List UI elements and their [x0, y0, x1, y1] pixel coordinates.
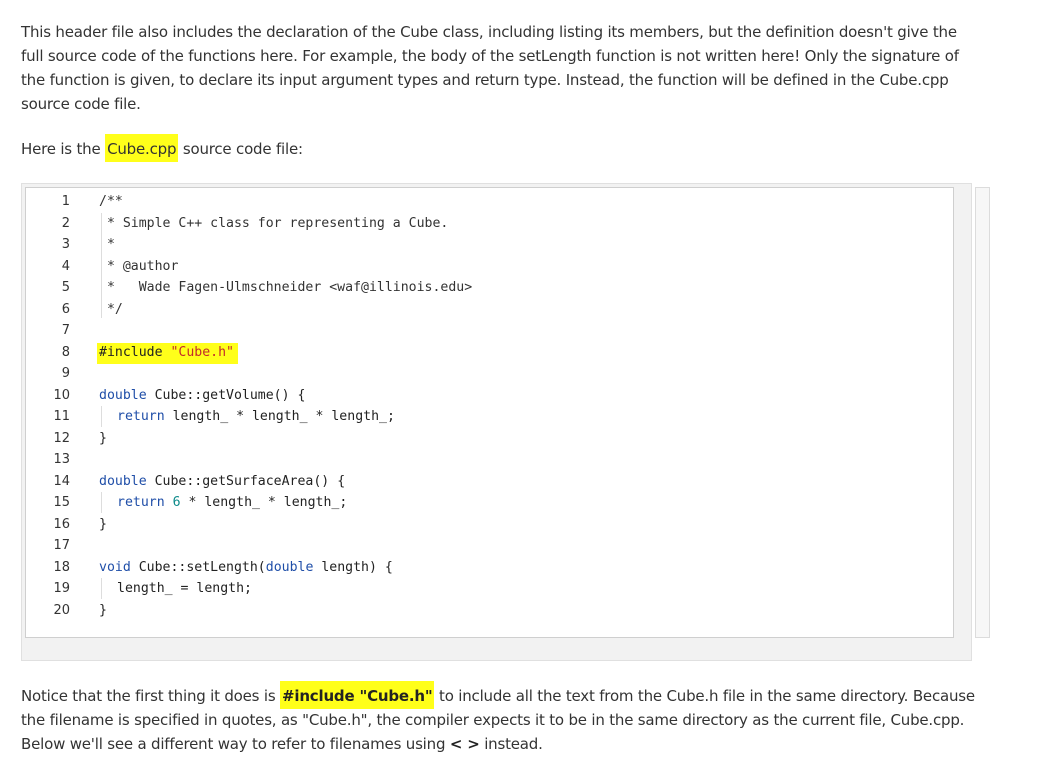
- line-number: 18: [53, 559, 70, 575]
- include-highlight: #include "Cube.h": [97, 342, 239, 364]
- code-text: * Simple C++ class for representing a Cu…: [99, 215, 449, 231]
- line-number: 14: [53, 473, 70, 489]
- cube-cpp-highlight: Cube.cpp: [105, 134, 179, 162]
- include-directive: #include: [99, 344, 163, 360]
- include-string: "Cube.h": [170, 344, 235, 360]
- code-line: 15 return 6 * length_ * length_;: [26, 492, 953, 514]
- intro-paragraph: This header file also includes the decla…: [21, 23, 959, 113]
- code-line: 16}: [26, 514, 953, 536]
- code-rest: Cube::getSurfaceArea() {: [146, 473, 346, 489]
- include-highlight-inline: #include "Cube.h": [280, 681, 435, 709]
- return-keyword: return: [117, 409, 165, 424]
- line-number: 11: [53, 409, 70, 424]
- line-number: 4: [61, 258, 70, 274]
- code-line: 10 double Cube::getVolume() {: [26, 385, 953, 407]
- code-text: }: [99, 602, 107, 618]
- code-text: }: [99, 430, 107, 446]
- source-intro-paragraph: Here is the Cube.cpp source code file:: [21, 134, 981, 162]
- notice-suffix: instead.: [479, 735, 543, 753]
- code-text: #include "Cube.h": [97, 342, 239, 364]
- line-number: 6: [61, 301, 70, 317]
- code-rest: length_ * length_ * length_;: [164, 409, 395, 424]
- line-number: 5: [61, 280, 70, 295]
- code-text: * Wade Fagen-Ulmschneider <waf@illinois.…: [99, 280, 473, 295]
- type-keyword: void: [99, 559, 131, 575]
- code-rest: Cube::getVolume() {: [146, 387, 306, 403]
- line-number: 1: [61, 194, 70, 209]
- source-intro-suffix: source code file:: [178, 140, 303, 158]
- code-line: 7: [26, 320, 953, 342]
- code-text: double Cube::getVolume() {: [99, 385, 305, 407]
- code-text: }: [99, 516, 107, 532]
- line-number: 17: [53, 538, 70, 553]
- code-line: 8 #include "Cube.h": [26, 342, 953, 364]
- code-text: void Cube::setLength(double length) {: [99, 557, 393, 579]
- code-line: 1 /**: [26, 191, 953, 213]
- line-number: 16: [53, 516, 70, 532]
- line-number: 3: [61, 237, 70, 252]
- code-line: 13: [26, 449, 953, 471]
- code-rest: length) {: [313, 559, 393, 575]
- line-number: 10: [53, 387, 70, 403]
- code-line: 14 double Cube::getSurfaceArea() {: [26, 471, 953, 493]
- code-line: 2 * Simple C++ class for representing a …: [26, 213, 953, 235]
- notice-paragraph: Notice that the first thing it does is #…: [21, 681, 981, 756]
- code-text: double Cube::getSurfaceArea() {: [99, 471, 345, 493]
- type-keyword: double: [99, 387, 147, 403]
- code-text: /**: [99, 194, 123, 209]
- code-line: 9: [26, 363, 953, 385]
- code-line: 18 void Cube::setLength(double length) {: [26, 557, 953, 579]
- angle-brackets: < >: [449, 735, 480, 753]
- line-number: 13: [53, 452, 70, 467]
- code-text: * @author: [99, 258, 179, 274]
- type-keyword: double: [99, 473, 147, 489]
- line-number: 8: [61, 344, 70, 360]
- code-line: 6 */: [26, 299, 953, 321]
- number-literal: 6: [172, 495, 181, 510]
- return-keyword: return: [117, 495, 165, 510]
- line-number: 15: [53, 495, 70, 510]
- code-line: 3 *: [26, 234, 953, 256]
- code-editor: 1 /** 2 * Simple C++ class for representi…: [25, 187, 954, 638]
- code-block: 1 /** 2 * Simple C++ class for representi…: [21, 183, 990, 661]
- code-text: *: [99, 237, 115, 252]
- line-number: 2: [61, 215, 70, 231]
- code-line: 19 length_ = length;: [26, 578, 953, 600]
- code-mid: Cube::setLength(: [130, 559, 266, 575]
- code-text: return 6 * length_ * length_;: [117, 492, 347, 514]
- line-number: 12: [53, 430, 70, 446]
- code-text: */: [99, 301, 123, 317]
- code-line: 5 * Wade Fagen-Ulmschneider <waf@illinoi…: [26, 277, 953, 299]
- notice-prefix: Notice that the first thing it does is: [21, 687, 281, 705]
- line-number: 7: [61, 323, 70, 338]
- source-intro-prefix: Here is the: [21, 140, 106, 158]
- code-line: 4 * @author: [26, 256, 953, 278]
- code-rest: * length_ * length_;: [180, 495, 348, 510]
- code-line: 17: [26, 535, 953, 557]
- vertical-scrollbar[interactable]: [975, 187, 990, 638]
- code-text: length_ = length;: [117, 581, 252, 596]
- line-number: 9: [61, 366, 70, 381]
- code-line: 20}: [26, 600, 953, 622]
- code-line: 12}: [26, 428, 953, 450]
- line-number: 19: [53, 581, 70, 596]
- type-keyword: double: [265, 559, 314, 575]
- line-number: 20: [53, 602, 70, 618]
- code-text: return length_ * length_ * length_;: [117, 406, 395, 428]
- code-line: 11 return length_ * length_ * length_;: [26, 406, 953, 428]
